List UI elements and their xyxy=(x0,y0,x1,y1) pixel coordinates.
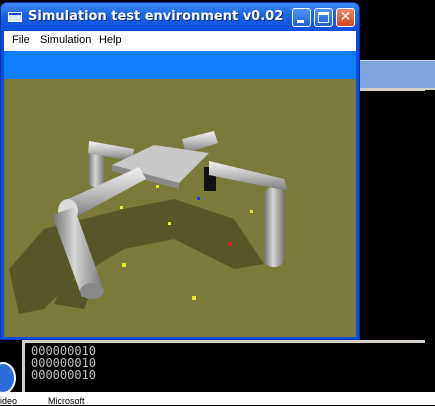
marker-point xyxy=(228,242,232,246)
minimize-button[interactable] xyxy=(292,8,311,27)
robot-arm xyxy=(182,131,218,153)
marker-point xyxy=(250,210,253,213)
menu-file[interactable]: File xyxy=(12,34,30,46)
simulation-window: Simulation test environment v0.02 ✕ File… xyxy=(0,2,360,340)
marker-point xyxy=(197,197,200,200)
window-titlebar[interactable]: Simulation test environment v0.02 ✕ xyxy=(1,3,359,31)
robot-foot xyxy=(80,283,104,299)
marker-point xyxy=(120,206,123,209)
background-window-titlebar[interactable] xyxy=(358,60,435,89)
marker-point xyxy=(122,263,126,267)
marker-point xyxy=(168,222,171,225)
close-button[interactable]: ✕ xyxy=(336,8,355,27)
background-region xyxy=(425,90,435,390)
toolbar xyxy=(4,51,356,79)
simulation-viewport[interactable] xyxy=(4,79,356,337)
robot-leg xyxy=(264,187,284,267)
robot-shadow xyxy=(9,199,264,314)
console-window: 000000010 000000010 000000010 xyxy=(22,340,435,395)
menu-simulation[interactable]: Simulation xyxy=(40,34,91,46)
menu-help[interactable]: Help xyxy=(99,34,122,46)
marker-point xyxy=(156,185,159,188)
menu-bar: File Simulation Help xyxy=(4,31,356,51)
marker-point xyxy=(192,296,196,300)
close-icon: ✕ xyxy=(339,9,352,25)
app-window-icon xyxy=(8,12,22,22)
console-line: 000000010 xyxy=(31,368,97,382)
window-title: Simulation test environment v0.02 xyxy=(28,9,284,24)
window-border xyxy=(1,337,359,339)
minimize-icon xyxy=(297,20,304,23)
robot-scene xyxy=(9,131,288,314)
maximize-button[interactable] xyxy=(314,8,333,27)
background-window-border xyxy=(358,88,435,91)
maximize-icon xyxy=(318,12,329,23)
robot-arm xyxy=(209,161,288,191)
